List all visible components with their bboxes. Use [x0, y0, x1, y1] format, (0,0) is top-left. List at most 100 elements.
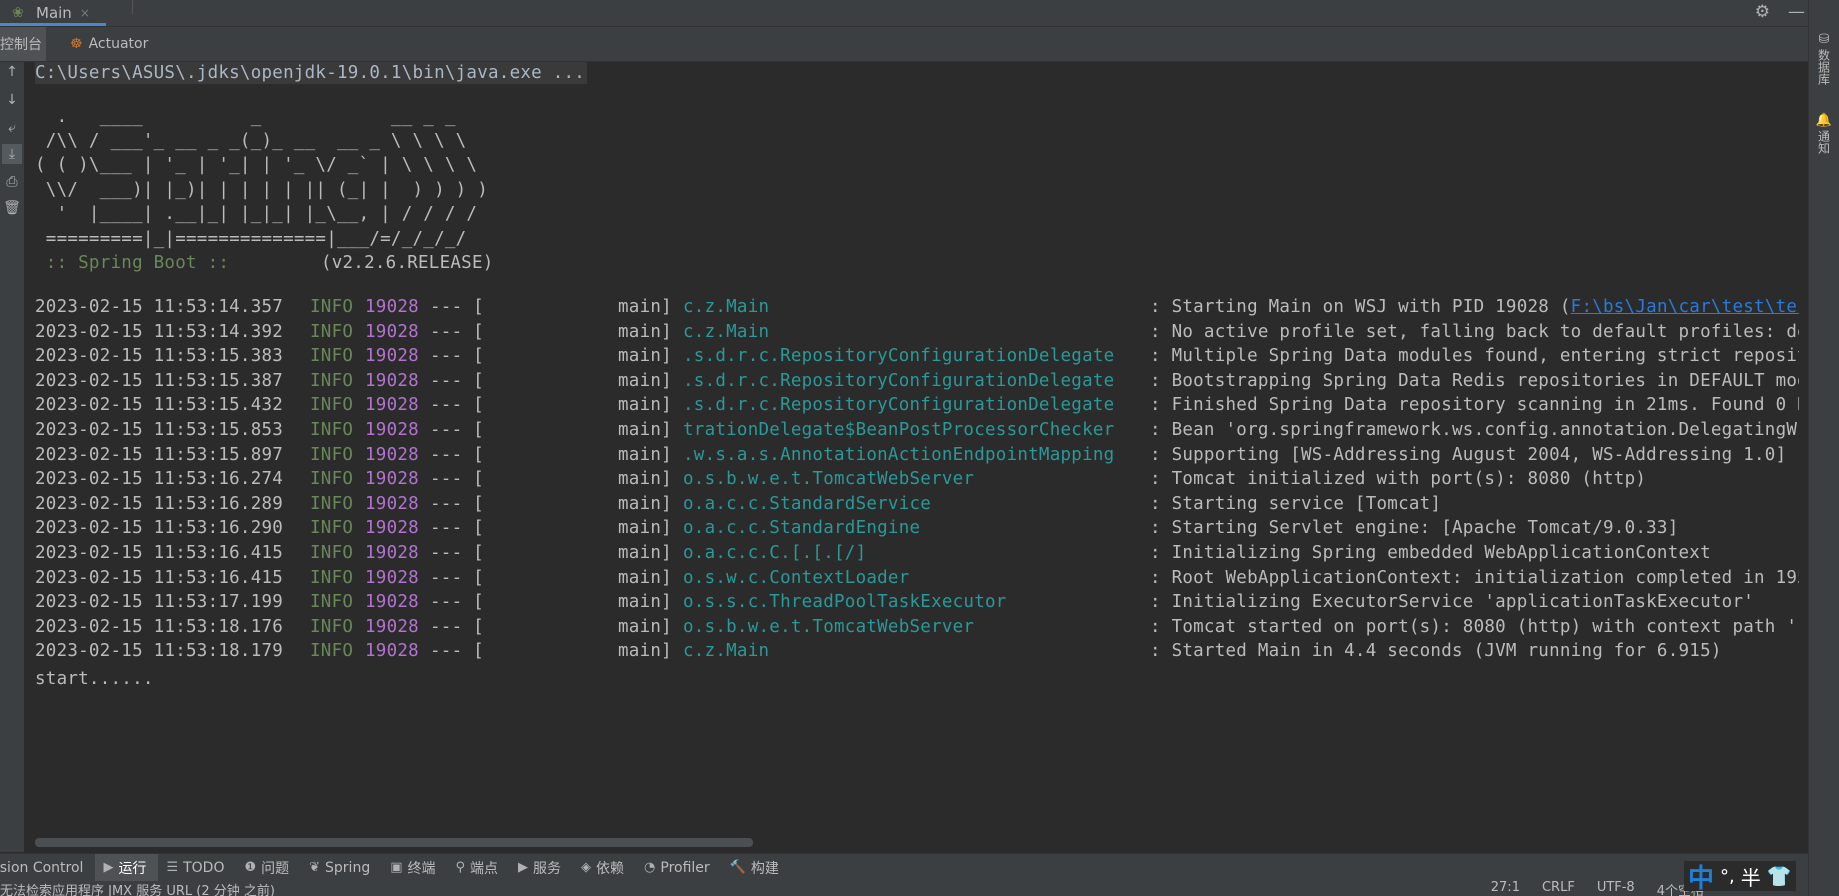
status-message[interactable]: 无法检索应用程序 JMX 服务 URL (2 分钟 之前) — [0, 881, 275, 896]
bottom-tab-label: Spring — [325, 859, 371, 876]
bottom-tab-6[interactable]: ▣ 终端 — [382, 854, 447, 881]
tab-actuator[interactable]: ☸ Actuator — [70, 27, 148, 61]
log-line: 2023-02-15 11:53:17.199 INFO 19028 --- [ mai… — [35, 591, 1799, 613]
bottom-tab-icon: ▶ — [518, 860, 529, 875]
bottom-tab-1[interactable]: rsion Control — [0, 854, 95, 881]
arrow-down-icon[interactable]: ↓ — [2, 90, 22, 110]
bottom-tab-label: 终端 — [407, 860, 436, 877]
log-separator: --- [ — [430, 592, 484, 613]
print-icon[interactable]: ⎙ — [2, 172, 22, 192]
log-thread: main] — [618, 370, 672, 391]
log-thread: main] — [618, 321, 672, 342]
bottom-tab-10[interactable]: ◔ Profiler — [636, 854, 722, 881]
bottom-tab-label: 依赖 — [596, 860, 625, 877]
log-level: INFO — [310, 444, 354, 465]
log-separator: --- [ — [430, 370, 484, 391]
log-separator: --- [ — [430, 321, 484, 342]
close-icon[interactable]: × — [80, 6, 90, 20]
ime-indicator[interactable]: 中 °, 半 👕 — [1684, 861, 1796, 894]
log-message: : Bootstrapping Spring Data Redis reposi… — [1150, 370, 1799, 391]
log-logger: c.z.Main — [683, 321, 770, 342]
bottom-tab-icon: ☰ — [166, 860, 179, 875]
log-thread: main] — [618, 518, 672, 539]
bottom-tab-7[interactable]: ⚲ 端点 — [448, 854, 511, 881]
log-thread: main] — [618, 395, 672, 416]
ime-width[interactable]: 半 — [1741, 862, 1761, 891]
bottom-tab-4[interactable]: ❶ 问题 — [236, 854, 301, 881]
log-logger: o.s.s.c.ThreadPoolTaskExecutor — [683, 592, 1007, 613]
log-level: INFO — [310, 321, 354, 342]
log-timestamp: 2023-02-15 11:53:17.199 — [35, 592, 284, 613]
log-logger: c.z.Main — [683, 641, 770, 662]
log-thread: main] — [618, 592, 672, 613]
log-timestamp: 2023-02-15 11:53:16.289 — [35, 493, 284, 514]
console-output[interactable]: C:\Users\ASUS\.jdks\openjdk-19.0.1\bin\j… — [24, 62, 1799, 843]
vertical-scrollbar[interactable] — [1804, 62, 1808, 843]
log-timestamp: 2023-02-15 11:53:16.415 — [35, 543, 284, 563]
file-encoding[interactable]: UTF-8 — [1597, 881, 1635, 896]
log-line: 2023-02-15 11:53:14.392 INFO 19028 --- [mai… — [35, 321, 1799, 343]
soft-wrap-icon[interactable]: ⤶ — [2, 118, 22, 138]
log-thread: main] — [618, 543, 672, 563]
log-thread: main] — [618, 346, 672, 367]
log-pid: 19028 — [365, 592, 419, 613]
ime-language[interactable]: 中 — [1688, 858, 1714, 895]
bottom-tab-3[interactable]: ☰ TODO — [158, 854, 236, 881]
log-thread: main] — [618, 297, 672, 317]
trash-icon[interactable]: 🗑 — [2, 198, 22, 218]
log-pid: 19028 — [365, 493, 419, 514]
log-level: INFO — [310, 420, 354, 440]
log-message: : Tomcat initialized with port(s): 8080 … — [1150, 469, 1647, 490]
notifications-tool-button[interactable]: 🔔 通知 — [1813, 112, 1835, 154]
log-timestamp: 2023-02-15 11:53:18.176 — [35, 616, 284, 637]
command-line: C:\Users\ASUS\.jdks\openjdk-19.0.1\bin\j… — [35, 62, 588, 84]
log-pid: 19028 — [365, 444, 419, 465]
log-message-text: : Starting Main on WSJ with PID 19028 ( — [1150, 297, 1571, 317]
bottom-tab-2[interactable]: ▶ 运行 — [95, 854, 159, 881]
database-tool-button[interactable]: ⛁ 数据库 — [1813, 32, 1835, 85]
line-separator[interactable]: CRLF — [1542, 881, 1575, 896]
bell-icon: 🔔 — [1816, 112, 1832, 128]
log-level: INFO — [310, 567, 354, 588]
log-file-link[interactable]: F:\bs\Jan\car\test\test\ — [1571, 297, 1799, 317]
log-timestamp: 2023-02-15 11:53:16.274 — [35, 469, 284, 490]
log-thread: main] — [618, 616, 672, 637]
bottom-tab-label: 构建 — [750, 860, 779, 877]
log-level: INFO — [310, 493, 354, 514]
log-timestamp: 2023-02-15 11:53:16.290 — [35, 518, 284, 539]
log-line: 2023-02-15 11:53:15.432 INFO 19028 --- [mai… — [35, 394, 1799, 416]
arrow-up-icon[interactable]: ↑ — [2, 62, 22, 82]
console-tail-line: start...... — [35, 669, 154, 689]
bottom-tab-9[interactable]: ◈ 依赖 — [573, 854, 636, 881]
log-message: : Finished Spring Data repository scanni… — [1150, 395, 1799, 416]
tab-actuator-label: Actuator — [88, 36, 149, 52]
bottom-tab-8[interactable]: ▶ 服务 — [510, 854, 573, 881]
bottom-tab-label: TODO — [183, 859, 225, 876]
log-level: INFO — [310, 592, 354, 613]
ime-punctuation[interactable]: °, — [1720, 866, 1735, 887]
log-message: : Root WebApplicationContext: initializa… — [1150, 567, 1799, 588]
log-timestamp: 2023-02-15 11:53:15.897 — [35, 444, 284, 465]
bottom-tab-5[interactable]: ❦ Spring — [301, 854, 382, 881]
log-level: INFO — [310, 543, 354, 563]
log-logger: c.z.Main — [683, 297, 770, 317]
log-logger: .w.s.a.s.AnnotationActionEndpointMapping — [683, 444, 1115, 465]
log-message: : Supporting [WS-Addressing August 2004,… — [1150, 444, 1787, 465]
caret-position[interactable]: 27:1 — [1491, 881, 1520, 896]
ime-skin-icon[interactable]: 👕 — [1767, 864, 1792, 888]
minimize-icon[interactable]: — — [1788, 2, 1805, 22]
log-pid: 19028 — [365, 567, 419, 588]
bottom-tab-icon: ◈ — [581, 860, 592, 875]
window-controls: ⚙ — — [1755, 0, 1805, 24]
gear-icon[interactable]: ⚙ — [1755, 2, 1770, 22]
log-pid: 19028 — [365, 469, 419, 490]
log-separator: --- [ — [430, 395, 484, 416]
log-line: 2023-02-15 11:53:18.179 INFO 19028 --- [mai… — [35, 640, 1799, 662]
log-separator: --- [ — [430, 444, 484, 465]
log-message: : Tomcat started on port(s): 8080 (http)… — [1150, 616, 1799, 637]
tab-console[interactable]: 控制台 — [0, 27, 46, 61]
bottom-tab-11[interactable]: 🔨 构建 — [722, 854, 791, 881]
scroll-to-end-icon[interactable]: ⤓ — [2, 144, 22, 164]
horizontal-scrollbar[interactable] — [35, 838, 753, 847]
log-thread: main] — [618, 469, 672, 490]
